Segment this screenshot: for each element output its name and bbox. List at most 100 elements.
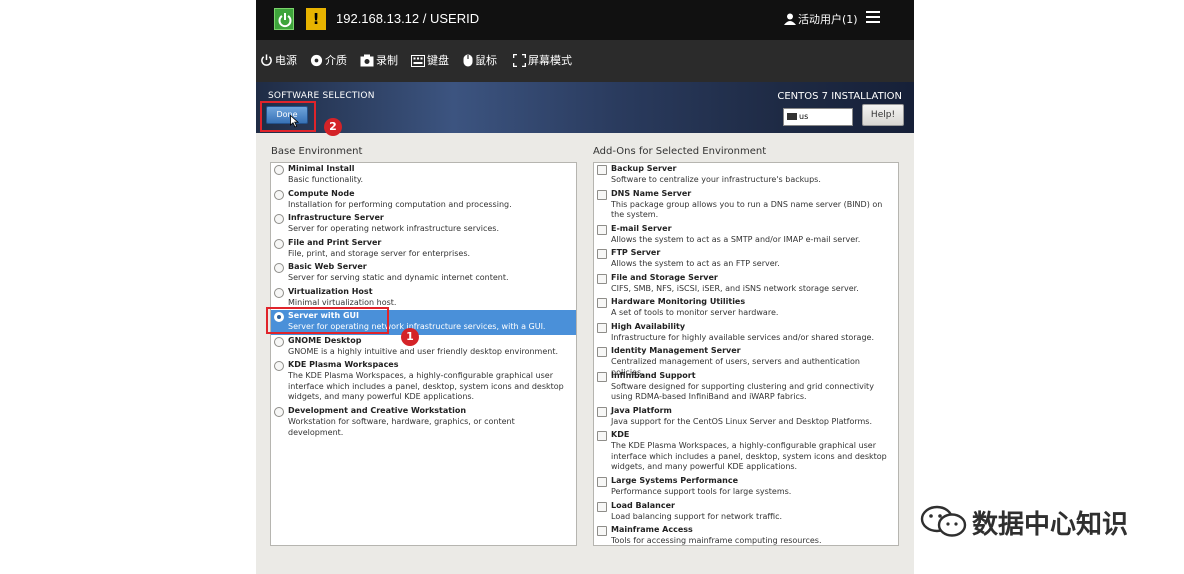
checkbox[interactable] <box>597 501 607 512</box>
addon-item-name: Hardware Monitoring Utilities <box>611 297 746 306</box>
addon-item-name: Mainframe Access <box>611 525 693 534</box>
installer-header: SOFTWARE SELECTION Done 2 CENTOS 7 INSTA… <box>256 82 914 136</box>
checkbox[interactable] <box>597 224 607 235</box>
base-environment-item-name: KDE Plasma Workspaces <box>288 360 399 369</box>
checkbox[interactable] <box>597 371 607 382</box>
addon-item[interactable]: DNS Name Server This package group allows… <box>594 188 898 223</box>
addon-item[interactable]: Backup Server Software to centralize your… <box>594 163 898 188</box>
warning-button[interactable]: ! <box>306 8 326 30</box>
checkbox[interactable] <box>597 273 607 284</box>
base-environment-item-description: Basic functionality. <box>288 175 364 184</box>
base-environment-item[interactable]: Basic Web Server Server for serving stati… <box>271 261 576 286</box>
radio-button[interactable] <box>274 287 284 298</box>
mouse-icon <box>463 54 473 67</box>
addon-item-name: Infiniband Support <box>611 370 696 380</box>
checkbox[interactable] <box>597 477 607 487</box>
mouse-cursor-icon <box>290 115 299 128</box>
toolbar-mouse[interactable]: 鼠标 <box>463 52 497 70</box>
base-environment-item[interactable]: Minimal Install Basic functionality. <box>271 163 576 188</box>
remote-console-window: ! 192.168.13.12 / USERID 活动用户(1) 电源 介质 录… <box>256 0 914 574</box>
active-users-button[interactable]: 活动用户(1) <box>784 11 858 27</box>
addon-item-description: The KDE Plasma Workspaces, a highly-conf… <box>611 441 887 471</box>
keyboard-icon <box>411 55 425 67</box>
addon-item[interactable]: File and Storage Server CIFS, SMB, NFS, i… <box>594 272 898 297</box>
addon-item[interactable]: Load Balancer Load balancing support for … <box>594 500 898 525</box>
base-environment-item-description: Workstation for software, hardware, grap… <box>288 417 515 437</box>
addon-item[interactable]: Hardware Monitoring Utilities A set of to… <box>594 296 898 321</box>
done-button-highlight <box>260 101 316 132</box>
toolbar-power-label: 电源 <box>275 54 297 67</box>
radio-button[interactable] <box>274 407 284 417</box>
keyboard-layout-indicator[interactable]: us <box>783 108 853 126</box>
addon-item-description: Allows the system to act as an FTP serve… <box>611 259 780 268</box>
server-with-gui-highlight <box>266 307 389 334</box>
base-environment-item[interactable]: Development and Creative Workstation Work… <box>271 405 576 437</box>
addon-item-name: Backup Server <box>611 164 677 173</box>
addon-item[interactable]: Infiniband Support Software designed for … <box>594 370 898 405</box>
step-badge-2: 2 <box>324 118 342 136</box>
toolbar-mouse-label: 鼠标 <box>475 54 497 67</box>
base-environment-list: Minimal Install Basic functionality. Compu… <box>270 162 577 546</box>
base-environment-item-name: Infrastructure Server <box>288 213 384 222</box>
addon-item[interactable]: Identity Management Server Centralized ma… <box>594 345 898 377</box>
addon-item[interactable]: E-mail Server Allows the system to act as… <box>594 223 898 248</box>
addon-item-description: Infrastructure for highly available serv… <box>611 332 874 342</box>
radio-button[interactable] <box>274 238 284 249</box>
power-icon <box>261 54 272 66</box>
checkbox[interactable] <box>597 249 607 259</box>
toolbar-record-label: 录制 <box>376 54 398 67</box>
addon-item[interactable]: Large Systems Performance Performance sup… <box>594 475 898 500</box>
base-environment-item-description: Server for serving static and dynamic in… <box>288 273 509 282</box>
radio-button[interactable] <box>274 214 284 224</box>
base-environment-item-name: GNOME Desktop <box>288 335 362 345</box>
checkbox[interactable] <box>597 189 607 200</box>
host-address: 192.168.13.12 / USERID <box>336 11 480 26</box>
checkbox[interactable] <box>597 298 607 308</box>
checkbox[interactable] <box>597 526 607 536</box>
radio-button[interactable] <box>274 336 284 347</box>
checkbox[interactable] <box>597 347 607 357</box>
addon-item[interactable]: KDE The KDE Plasma Workspaces, a highly-c… <box>594 429 898 475</box>
active-users-label: 活动用户(1) <box>798 13 858 26</box>
checkbox[interactable] <box>597 406 607 417</box>
power-status-button[interactable] <box>274 8 294 30</box>
checkbox[interactable] <box>597 165 607 175</box>
addon-item-name: FTP Server <box>611 248 661 257</box>
base-environment-item-name: Minimal Install <box>288 164 355 173</box>
addon-item[interactable]: Java Platform Java support for the CentOS… <box>594 405 898 430</box>
addon-item[interactable]: Mainframe Access Tools for accessing main… <box>594 524 898 545</box>
toolbar-keyboard[interactable]: 键盘 <box>411 52 449 70</box>
checkbox[interactable] <box>597 431 607 441</box>
radio-button[interactable] <box>274 361 284 371</box>
toolbar-record[interactable]: 录制 <box>360 52 398 70</box>
base-environment-item[interactable]: GNOME Desktop GNOME is a highly intuitive… <box>271 335 576 360</box>
disc-icon <box>310 54 323 67</box>
addon-item-name: High Availability <box>611 321 686 331</box>
checkbox[interactable] <box>597 322 607 333</box>
base-environment-item-name: Development and Creative Workstation <box>288 406 467 415</box>
addon-item-name: File and Storage Server <box>611 272 718 282</box>
hamburger-menu-icon[interactable] <box>866 11 880 25</box>
base-environment-item[interactable]: Compute Node Installation for performing … <box>271 188 576 213</box>
toolbar-media-label: 介质 <box>325 54 347 67</box>
addon-item-description: Tools for accessing mainframe computing … <box>611 536 822 545</box>
base-environment-item[interactable]: File and Print Server File, print, and st… <box>271 237 576 262</box>
base-environment-item[interactable]: Infrastructure Server Server for operatin… <box>271 212 576 237</box>
toolbar-screen-mode[interactable]: 屏幕模式 <box>512 52 572 70</box>
base-environment-item[interactable]: KDE Plasma Workspaces The KDE Plasma Work… <box>271 359 576 405</box>
addon-item-name: KDE <box>611 430 630 439</box>
radio-button[interactable] <box>274 165 284 175</box>
addon-item[interactable]: High Availability Infrastructure for high… <box>594 321 898 346</box>
remote-toolbar: 电源 介质 录制 键盘 鼠标 屏幕模式 <box>256 40 914 82</box>
addon-item-description: This package group allows you to run a D… <box>611 199 883 220</box>
help-button[interactable]: Help! <box>862 104 904 126</box>
base-environment-item-description: GNOME is a highly intuitive and user fri… <box>288 346 559 356</box>
radio-button[interactable] <box>274 263 284 273</box>
base-environment-item-name: File and Print Server <box>288 237 382 247</box>
radio-button[interactable] <box>274 189 284 200</box>
base-environment-item-description: Installation for performing computation … <box>288 199 512 209</box>
addon-item[interactable]: FTP Server Allows the system to act as an… <box>594 247 898 272</box>
toolbar-power[interactable]: 电源 <box>260 52 297 70</box>
toolbar-media[interactable]: 介质 <box>310 52 347 70</box>
base-environment-item-description: File, print, and storage server for ente… <box>288 248 471 258</box>
